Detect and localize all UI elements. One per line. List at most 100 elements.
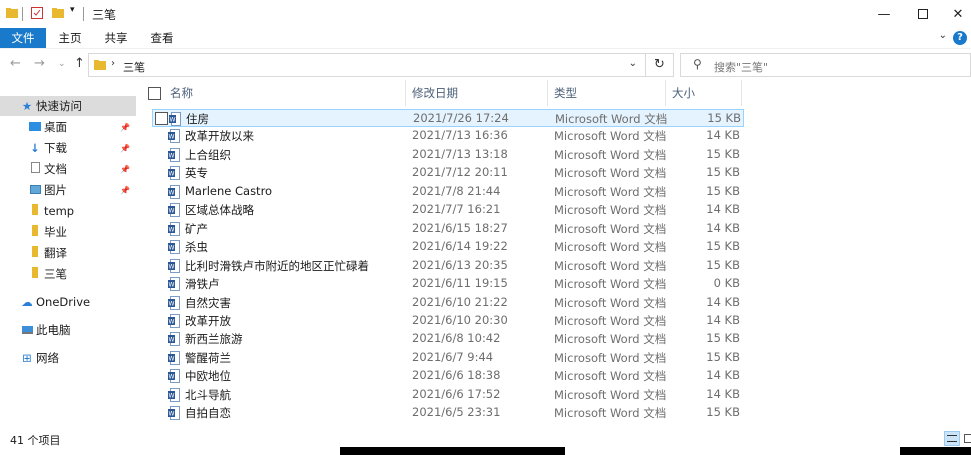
column-header-size[interactable]: 大小 [666, 80, 742, 106]
word-document-icon: W [168, 147, 180, 162]
column-header-type[interactable]: 类型 [548, 80, 666, 106]
desktop-icon [28, 120, 42, 134]
tab-home[interactable]: 主页 [52, 28, 88, 48]
table-row[interactable]: W 中欧地位 2021/6/6 18:38 Microsoft Word 文档 14 K… [152, 367, 744, 385]
up-arrow-icon[interactable]: ↑ [74, 56, 85, 71]
address-field[interactable]: › 三笔 ⌄ [88, 53, 646, 77]
file-date: 2021/6/8 10:42 [412, 331, 501, 346]
tab-view[interactable]: 查看 [144, 28, 180, 48]
word-document-icon: W [168, 369, 180, 384]
svg-text:W: W [169, 189, 175, 196]
select-all-checkbox[interactable] [148, 87, 161, 100]
pin-icon[interactable]: 📌 [120, 165, 130, 174]
nav-item-quick-access[interactable]: ★ 快速访问 [0, 96, 136, 116]
nav-item-graduation[interactable]: 毕业 [0, 222, 136, 242]
svg-text:W: W [169, 300, 175, 307]
computer-icon [20, 323, 34, 337]
file-type: Microsoft Word 文档 [554, 184, 667, 199]
file-size: 15 KB [706, 165, 740, 180]
nav-item-sanbi[interactable]: 三笔 [0, 264, 136, 284]
nav-item-desktop[interactable]: 桌面 📌 [0, 117, 136, 137]
tab-file[interactable]: 文件 [0, 28, 46, 48]
file-date: 2021/6/14 19:22 [412, 239, 508, 254]
file-type: Microsoft Word 文档 [554, 221, 667, 236]
table-row[interactable]: W 改革开放以来 2021/7/13 16:36 Microsoft Word 文档 1… [152, 127, 744, 145]
customize-quick-access-icon[interactable]: ▾ [70, 5, 75, 15]
tab-share[interactable]: 共享 [98, 28, 134, 48]
table-row[interactable]: W 改革开放 2021/6/10 20:30 Microsoft Word 文档 14 … [152, 312, 744, 330]
column-header-date[interactable]: 修改日期 [406, 80, 548, 106]
pin-icon[interactable]: 📌 [120, 186, 130, 195]
search-input[interactable]: ⚲ 搜索"三笔" [680, 53, 971, 77]
forward-arrow-icon[interactable]: → [34, 56, 45, 71]
svg-text:W: W [169, 263, 175, 270]
help-icon[interactable]: ? [953, 31, 967, 45]
nav-item-this-pc[interactable]: 此电脑 [0, 320, 136, 340]
file-date: 2021/7/8 21:44 [412, 183, 501, 198]
table-row[interactable]: W Marlene Castro 2021/7/8 21:44 Microsoft W… [152, 183, 744, 201]
star-icon: ★ [21, 99, 33, 113]
file-size: 14 KB [706, 202, 740, 217]
new-folder-icon[interactable] [52, 7, 64, 19]
pin-icon[interactable]: 📌 [120, 123, 130, 132]
close-button[interactable]: ✕ [935, 0, 971, 28]
column-header-name[interactable]: 名称 [164, 80, 406, 106]
svg-text:W: W [169, 208, 175, 215]
breadcrumb-item[interactable]: 三笔 [123, 59, 145, 75]
table-row[interactable]: W 区域总体战略 2021/7/7 16:21 Microsoft Word 文档 14… [152, 201, 744, 219]
file-date: 2021/6/13 20:35 [412, 257, 508, 272]
svg-text:W: W [169, 171, 175, 178]
nav-item-label: 网络 [36, 351, 59, 365]
breadcrumb-chevron-icon[interactable]: › [111, 58, 115, 69]
refresh-button[interactable]: ↻ [646, 53, 674, 77]
table-row[interactable]: W 北斗导航 2021/6/6 17:52 Microsoft Word 文档 14 K… [152, 386, 744, 404]
nav-item-downloads[interactable]: ↓ 下载 📌 [0, 138, 136, 158]
nav-item-network[interactable]: ⊞ 网络 [0, 348, 136, 368]
file-size: 15 KB [706, 257, 740, 272]
file-type: Microsoft Word 文档 [554, 350, 667, 365]
table-row[interactable]: W 杀虫 2021/6/14 19:22 Microsoft Word 文档 15 KB [152, 238, 744, 256]
large-icons-view-button[interactable] [962, 431, 971, 446]
row-checkbox[interactable] [155, 112, 168, 125]
nav-item-pictures[interactable]: 图片 📌 [0, 180, 136, 200]
details-view-button[interactable] [944, 431, 960, 446]
table-row[interactable]: W 住房 2021/7/26 17:24 Microsoft Word 文档 15 KB [152, 109, 744, 127]
file-size: 15 KB [706, 183, 740, 198]
word-document-icon: W [168, 332, 180, 347]
chevron-down-icon[interactable]: ⌄ [629, 58, 637, 69]
table-row[interactable]: W 英专 2021/7/12 20:11 Microsoft Word 文档 15 KB [152, 164, 744, 182]
properties-icon[interactable] [31, 7, 43, 19]
table-row[interactable]: W 上合组织 2021/7/13 13:18 Microsoft Word 文档 15 … [152, 146, 744, 164]
back-arrow-icon[interactable]: ← [10, 56, 21, 71]
svg-text:W: W [169, 411, 175, 418]
svg-text:W: W [169, 374, 175, 381]
file-name: 警醒荷兰 [185, 350, 231, 365]
word-document-icon: W [168, 350, 180, 365]
table-row[interactable]: W 比利时滑铁卢市附近的地区正忙碌着 2021/6/13 20:35 Microsof… [152, 257, 744, 275]
file-name: 英专 [185, 166, 208, 181]
table-row[interactable]: W 自然灾害 2021/6/10 21:22 Microsoft Word 文档 14 … [152, 294, 744, 312]
pin-icon[interactable]: 📌 [120, 144, 130, 153]
table-row[interactable]: W 自拍自恋 2021/6/5 23:31 Microsoft Word 文档 15 K… [152, 404, 744, 422]
chevron-down-icon[interactable]: ⌄ [939, 30, 947, 41]
file-size: 15 KB [706, 349, 740, 364]
table-row[interactable]: W 警醒荷兰 2021/6/7 9:44 Microsoft Word 文档 15 KB [152, 349, 744, 367]
document-icon [28, 162, 42, 176]
file-name: 比利时滑铁卢市附近的地区正忙碌着 [185, 258, 369, 273]
table-row[interactable]: W 新西兰旅游 2021/6/8 10:42 Microsoft Word 文档 15 … [152, 330, 744, 348]
nav-item-documents[interactable]: 文档 📌 [0, 159, 136, 179]
recent-locations-icon[interactable]: ⌄ [58, 59, 66, 69]
svg-text:W: W [169, 282, 175, 289]
file-date: 2021/7/26 17:24 [413, 111, 509, 125]
nav-item-translation[interactable]: 翻译 [0, 243, 136, 263]
nav-item-temp[interactable]: temp [0, 201, 136, 221]
file-type: Microsoft Word 文档 [554, 166, 667, 181]
table-row[interactable]: W 滑铁卢 2021/6/11 19:15 Microsoft Word 文档 0 KB [152, 275, 744, 293]
file-name: 滑铁卢 [185, 277, 220, 292]
table-row[interactable]: W 矿产 2021/6/15 18:27 Microsoft Word 文档 14 KB [152, 220, 744, 238]
picture-icon [28, 183, 42, 197]
word-document-icon: W [168, 387, 180, 402]
file-name: 新西兰旅游 [185, 332, 243, 347]
word-document-icon: W [168, 295, 180, 310]
nav-item-onedrive[interactable]: ☁ OneDrive [0, 292, 136, 312]
